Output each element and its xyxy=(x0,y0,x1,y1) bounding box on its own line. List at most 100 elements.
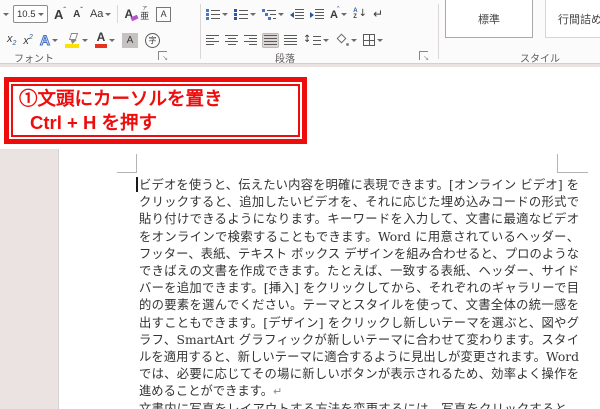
font-dialog-launcher[interactable]: ↘ xyxy=(158,51,167,60)
clear-formatting-button[interactable]: A xyxy=(123,6,134,22)
font-size-combo[interactable]: 10.5 xyxy=(13,5,48,23)
margin-crop-mark-left xyxy=(117,172,136,173)
font-color-icon: A xyxy=(95,32,107,48)
font-name-chevron-down-icon[interactable] xyxy=(3,13,9,16)
style-no-spacing[interactable]: 行間詰め xyxy=(545,0,600,38)
divider xyxy=(117,5,118,23)
change-case-button[interactable]: Aa xyxy=(89,7,112,21)
enclose-characters-icon: 字 xyxy=(145,33,160,48)
clear-formatting-icon: A xyxy=(124,7,133,21)
highlight-button[interactable] xyxy=(64,32,89,49)
eraser-icon xyxy=(131,15,139,22)
group-label-font: フォント xyxy=(14,50,54,65)
align-center-button[interactable] xyxy=(224,34,239,47)
text-cursor xyxy=(136,177,138,192)
align-right-button[interactable] xyxy=(243,34,258,47)
distribute-icon xyxy=(284,35,297,46)
text-effects-button[interactable]: A xyxy=(39,31,59,49)
chevron-down-icon xyxy=(105,13,111,16)
chevron-down-icon xyxy=(222,13,228,16)
multilevel-list-button[interactable] xyxy=(261,8,285,21)
annotation-line-1: ①文頭にカーソルを置き xyxy=(19,87,292,111)
text-effects-icon: A xyxy=(40,32,50,48)
decrease-indent-button[interactable] xyxy=(289,8,305,21)
style-normal-label: 標準 xyxy=(446,11,532,27)
sort-button[interactable]: AZ ↓ xyxy=(352,7,368,21)
ribbon-group-styles: 標準 行間詰め スタイル xyxy=(440,0,600,64)
document-paragraph[interactable]: ビデオを使うと、伝えたい内容を明確に表現できます。[オンライン ビデオ] をクリ… xyxy=(139,177,579,401)
chevron-down-icon xyxy=(341,13,347,16)
group-label-paragraph: 段落 xyxy=(275,50,295,65)
ribbon-group-paragraph: Aˆ AZ ↓ ↵ xyxy=(205,0,435,64)
font-color-button[interactable]: A xyxy=(94,31,116,49)
highlighter-icon xyxy=(65,33,80,48)
annotation-callout-inner: ①文頭にカーソルを置き Ctrl + H を押す xyxy=(11,84,300,137)
phonetic-guide-button[interactable]: ア 亜 xyxy=(139,6,150,22)
borders-button[interactable] xyxy=(362,33,384,47)
line-spacing-button[interactable]: ↕ xyxy=(302,34,330,46)
document-paragraph[interactable]: 文書内に写真をレイアウトする方法を変更するには、写真をクリックすると、隣にレイア… xyxy=(139,401,579,409)
increase-indent-icon xyxy=(310,9,324,20)
align-left-button[interactable] xyxy=(205,34,220,47)
word-window: 10.5 Aˆ Aˇ Aa A xyxy=(0,0,600,409)
document-text[interactable]: ビデオを使うと、伝えたい内容を明確に表現できます。[オンライン ビデオ] をクリ… xyxy=(139,177,579,409)
shrink-font-icon: A xyxy=(73,9,80,20)
shrink-mark: ˇ xyxy=(80,6,83,15)
chevron-down-icon xyxy=(351,39,357,42)
justify-icon xyxy=(264,35,277,46)
style-normal[interactable]: 標準 xyxy=(445,0,533,38)
bullets-button[interactable] xyxy=(205,8,229,21)
chevron-down-icon xyxy=(38,13,44,16)
ribbon-group-font: 10.5 Aˆ Aˇ Aa A xyxy=(6,0,198,64)
decrease-indent-icon xyxy=(290,9,304,20)
chevron-down-icon xyxy=(109,39,115,42)
character-border-button[interactable]: A xyxy=(155,6,172,23)
increase-indent-button[interactable] xyxy=(309,8,325,21)
paragraph-text: ビデオを使うと、伝えたい内容を明確に表現できます。[オンライン ビデオ] をクリ… xyxy=(139,178,579,398)
annotation-line-2: Ctrl + H を押す xyxy=(19,111,292,135)
enclose-characters-button[interactable]: 字 xyxy=(144,32,161,49)
show-formatting-marks-button[interactable]: ↵ xyxy=(372,8,384,20)
paragraph-mark-icon: ↵ xyxy=(373,9,383,19)
shrink-font-button[interactable]: Aˇ xyxy=(72,8,84,21)
line-spacing-icon: ↕ xyxy=(303,35,321,45)
style-no-spacing-label: 行間詰め xyxy=(546,11,600,27)
superscript-button[interactable]: x2 xyxy=(22,33,33,48)
group-divider xyxy=(200,4,201,59)
grow-font-button[interactable]: Aˆ xyxy=(53,6,67,23)
bullets-icon xyxy=(206,9,220,20)
borders-icon xyxy=(363,34,375,46)
align-right-icon xyxy=(244,35,257,46)
group-divider xyxy=(438,4,439,59)
justify-button[interactable] xyxy=(262,33,279,48)
shading-button[interactable] xyxy=(334,32,358,48)
paragraph-dialog-launcher[interactable]: ↘ xyxy=(419,51,428,60)
character-shading-button[interactable]: A xyxy=(121,32,139,49)
multilevel-list-icon xyxy=(262,9,276,20)
superscript-icon: x2 xyxy=(23,34,32,47)
numbering-icon xyxy=(234,9,248,20)
chevron-down-icon xyxy=(250,13,256,16)
asian-layout-button[interactable]: Aˆ xyxy=(329,6,348,22)
font-size-value: 10.5 xyxy=(17,9,36,20)
margin-crop-mark-right xyxy=(557,154,558,173)
subscript-icon: x2 xyxy=(7,33,16,47)
chevron-down-icon xyxy=(278,13,284,16)
subscript-button[interactable]: x2 xyxy=(6,32,17,48)
chevron-down-icon xyxy=(323,39,329,42)
sort-icon: AZ ↓ xyxy=(353,8,367,20)
paragraph-mark: ↵ xyxy=(273,385,282,398)
asian-layout-icon: Aˆ xyxy=(330,7,339,21)
group-label-styles: スタイル xyxy=(520,50,560,65)
distribute-button[interactable] xyxy=(283,34,298,47)
grow-font-icon: A xyxy=(54,7,63,22)
chevron-down-icon xyxy=(377,39,383,42)
change-case-icon: Aa xyxy=(90,8,103,20)
align-left-icon xyxy=(206,35,219,46)
margin-crop-mark-right xyxy=(557,172,588,173)
chevron-down-icon xyxy=(52,39,58,42)
phonetic-guide-icon: ア 亜 xyxy=(140,7,149,21)
grow-mark: ˆ xyxy=(63,6,66,15)
numbering-button[interactable] xyxy=(233,8,257,21)
chevron-down-icon xyxy=(82,39,88,42)
